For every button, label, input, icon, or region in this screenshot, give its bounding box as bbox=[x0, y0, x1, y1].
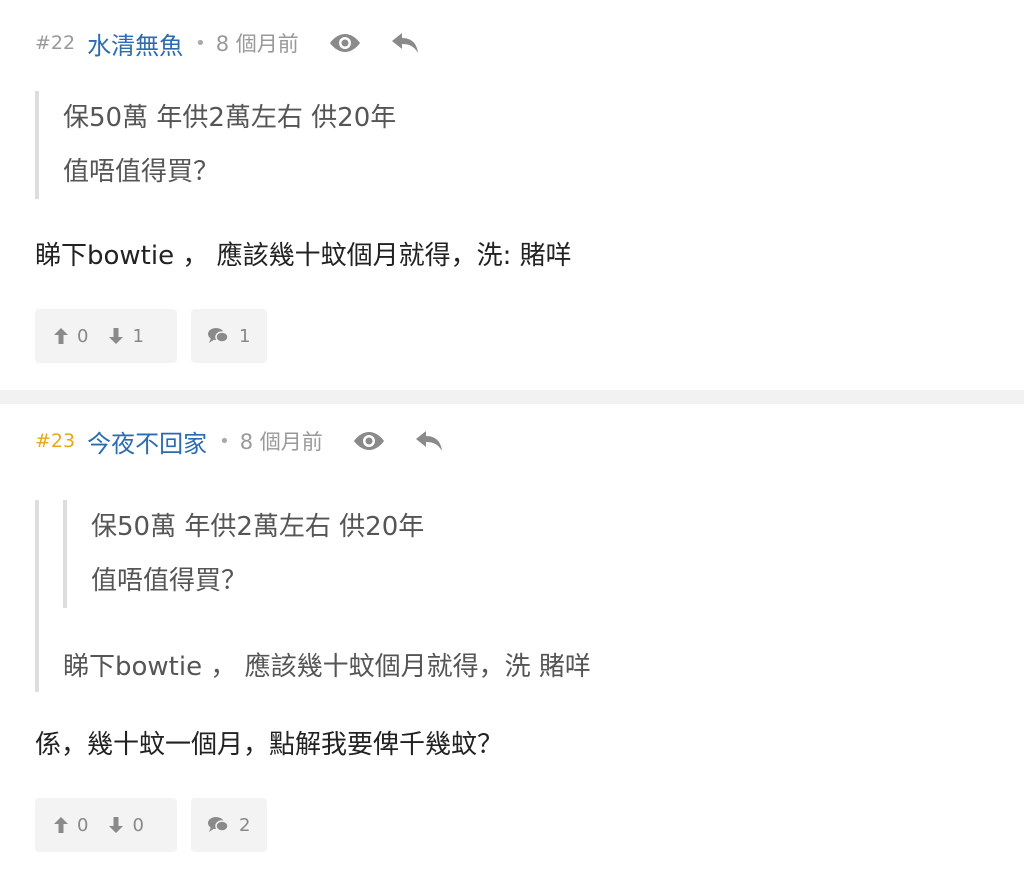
vote-box: 0 1 bbox=[35, 309, 177, 363]
quote-block: 保50萬 年供2萬左右 供20年 值唔值得買？ 睇下bowtie ， 應該幾十蚊… bbox=[35, 500, 591, 692]
upvote-button[interactable]: 0 bbox=[53, 815, 88, 836]
author-name[interactable]: 水清無魚 bbox=[87, 26, 183, 61]
upvote-count: 0 bbox=[77, 325, 89, 347]
comments-button[interactable]: 2 bbox=[191, 798, 267, 852]
post-time: 8 個月前 bbox=[239, 430, 323, 454]
eye-icon[interactable] bbox=[327, 28, 363, 58]
upvote-count: 0 bbox=[77, 814, 89, 836]
quote-block: 保50萬 年供2萬左右 供20年 值唔值得買？ bbox=[35, 91, 396, 199]
downvote-button[interactable]: 1 bbox=[108, 325, 144, 347]
post-time: 8 個月前 bbox=[215, 32, 299, 56]
arrow-up-icon bbox=[54, 817, 68, 833]
eye-icon[interactable] bbox=[351, 426, 387, 456]
floor-number[interactable]: #22 bbox=[35, 32, 75, 54]
quote-line: 值唔值得買？ bbox=[63, 157, 220, 187]
post-actions: 0 1 1 bbox=[35, 309, 267, 363]
post-23: #23 今夜不回家 • 8 個月前 保50萬 年供2萬左右 供20年 值唔值得買… bbox=[0, 404, 1024, 873]
comment-count: 1 bbox=[239, 325, 251, 347]
comments-icon bbox=[208, 817, 229, 832]
downvote-button[interactable]: 0 bbox=[108, 814, 144, 836]
floor-number[interactable]: #23 bbox=[35, 430, 75, 452]
nested-quote-block: 保50萬 年供2萬左右 供20年 值唔值得買？ bbox=[63, 500, 591, 608]
quote-line: 睇下bowtie ， 應該幾十蚊個月就得，洗 賭咩 bbox=[63, 652, 591, 682]
comment-count: 2 bbox=[239, 814, 251, 836]
upvote-button[interactable]: 0 bbox=[53, 326, 88, 347]
post-meta: #22 水清無魚 • 8 個月前 bbox=[35, 26, 447, 61]
arrow-down-icon bbox=[109, 328, 124, 344]
reply-icon[interactable] bbox=[387, 28, 423, 58]
downvote-count: 1 bbox=[132, 325, 144, 347]
separator: • bbox=[219, 430, 230, 452]
downvote-count: 0 bbox=[132, 814, 144, 836]
reply-icon[interactable] bbox=[411, 426, 447, 456]
arrow-up-icon bbox=[54, 328, 68, 344]
quote-line: 保50萬 年供2萬左右 供20年 bbox=[63, 103, 397, 133]
post-meta: #23 今夜不回家 • 8 個月前 bbox=[35, 424, 471, 459]
quote-line: 值唔值得買？ bbox=[91, 566, 248, 596]
author-name[interactable]: 今夜不回家 bbox=[87, 424, 207, 459]
comments-icon bbox=[208, 328, 229, 343]
post-divider bbox=[0, 390, 1024, 404]
separator: • bbox=[195, 32, 206, 54]
reply-text: 係，幾十蚊一個月，點解我要俾千幾蚊？ bbox=[35, 730, 504, 760]
quote-line: 保50萬 年供2萬左右 供20年 bbox=[91, 512, 425, 542]
reply-text: 睇下bowtie ， 應該幾十蚊個月就得，洗: 賭咩 bbox=[35, 241, 572, 271]
post-22: #22 水清無魚 • 8 個月前 保50萬 年供2萬左右 供20年 值唔值得買？… bbox=[0, 0, 1024, 390]
comments-button[interactable]: 1 bbox=[191, 309, 267, 363]
arrow-down-icon bbox=[109, 817, 124, 833]
post-actions: 0 0 2 bbox=[35, 798, 267, 852]
vote-box: 0 0 bbox=[35, 798, 177, 852]
